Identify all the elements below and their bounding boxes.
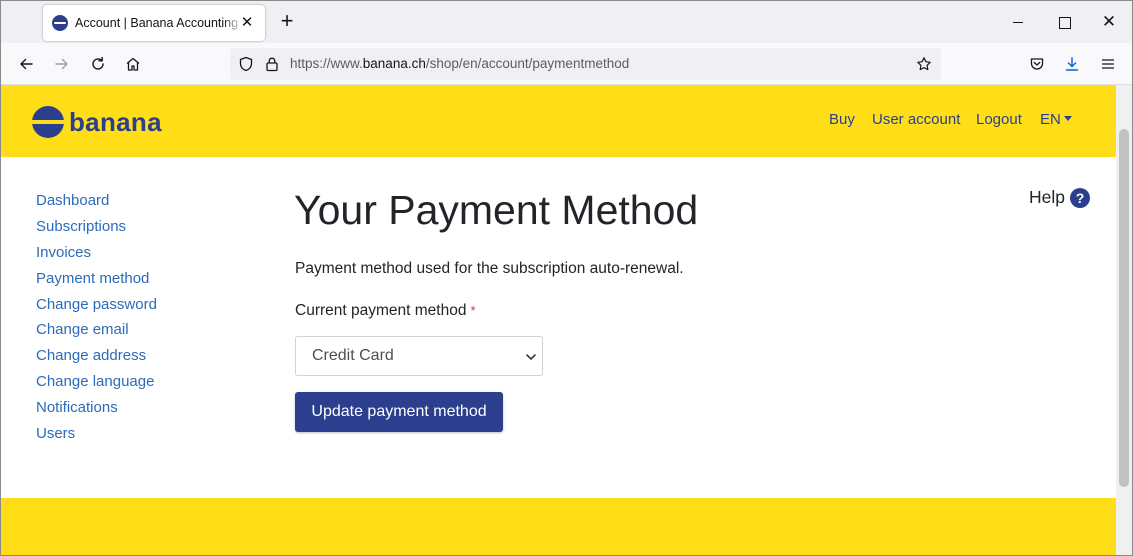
nav-link-logout[interactable]: Logout: [976, 111, 1022, 128]
lock-icon[interactable]: [264, 56, 280, 72]
menu-button[interactable]: [1096, 52, 1120, 76]
tab-title: Account | Banana Accounting Software: [75, 16, 243, 30]
sidebar-item-change-language[interactable]: Change language: [36, 372, 157, 398]
banana-logo-icon: [32, 106, 64, 138]
help-link[interactable]: Help ?: [1029, 187, 1090, 208]
back-button[interactable]: [14, 52, 38, 76]
payment-method-field-label: Current payment method *: [295, 302, 476, 320]
bookmark-star-icon[interactable]: [916, 56, 932, 72]
downloads-button[interactable]: [1060, 52, 1084, 76]
download-icon: [1065, 57, 1079, 71]
browser-tab-active[interactable]: Account | Banana Accounting Software ✕: [43, 5, 265, 41]
reload-icon: [92, 56, 104, 70]
help-label: Help: [1029, 187, 1065, 207]
sidebar-item-dashboard[interactable]: Dashboard: [36, 191, 157, 217]
site-footer: [1, 498, 1116, 555]
page-viewport: banana Buy User account Logout EN Dashbo…: [1, 85, 1132, 555]
sidebar-item-notifications[interactable]: Notifications: [36, 398, 157, 424]
page-title: Your Payment Method: [294, 187, 699, 233]
nav-link-user-account[interactable]: User account: [872, 111, 960, 128]
url-prefix: https://www.: [290, 56, 363, 71]
tab-close-icon[interactable]: ✕: [238, 14, 256, 32]
url-text[interactable]: https://www.banana.ch/shop/en/account/pa…: [290, 56, 629, 71]
home-button[interactable]: [121, 52, 145, 76]
shield-icon[interactable]: [238, 56, 254, 72]
window-maximize-button[interactable]: [1050, 9, 1078, 35]
question-circle-icon: ?: [1070, 187, 1090, 208]
arrow-left-icon: [20, 58, 33, 70]
sidebar-item-change-address[interactable]: Change address: [36, 346, 157, 372]
caret-down-icon: [1063, 116, 1072, 121]
banana-logo[interactable]: banana: [32, 106, 162, 138]
required-marker: *: [470, 303, 476, 318]
url-path: /shop/en/account/paymentmethod: [425, 56, 630, 71]
sidebar-item-users[interactable]: Users: [36, 424, 157, 450]
window-minimize-button[interactable]: [1004, 9, 1032, 35]
logo-text: banana: [69, 106, 162, 137]
payment-method-select[interactable]: Credit Card: [295, 336, 543, 376]
browser-window: Account | Banana Accounting Software ✕ +…: [0, 0, 1133, 556]
browser-toolbar: https://www.banana.ch/shop/en/account/pa…: [1, 43, 1132, 85]
sidebar-item-change-email[interactable]: Change email: [36, 320, 157, 346]
chevron-down-icon: [526, 354, 536, 360]
window-close-button[interactable]: ✕: [1095, 9, 1123, 35]
site-header: banana Buy User account Logout EN: [1, 85, 1116, 157]
address-bar[interactable]: https://www.banana.ch/shop/en/account/pa…: [230, 48, 941, 80]
language-dropdown[interactable]: EN: [1040, 111, 1072, 128]
update-payment-method-button[interactable]: Update payment method: [295, 392, 503, 432]
sidebar-item-payment-method[interactable]: Payment method: [36, 269, 157, 295]
sidebar-item-invoices[interactable]: Invoices: [36, 243, 157, 269]
page-scrollbar[interactable]: [1116, 85, 1132, 555]
new-tab-button[interactable]: +: [275, 10, 299, 34]
scrollbar-thumb[interactable]: [1119, 129, 1129, 487]
sidebar-item-change-password[interactable]: Change password: [36, 295, 157, 321]
account-sidebar: Dashboard Subscriptions Invoices Payment…: [36, 191, 157, 450]
language-label: EN: [1040, 111, 1061, 128]
nav-link-buy[interactable]: Buy: [829, 111, 855, 128]
pocket-icon: [1030, 58, 1044, 70]
arrow-right-icon: [55, 58, 68, 70]
field-label-text: Current payment method: [295, 302, 467, 319]
selected-payment-method: Credit Card: [312, 347, 394, 364]
hamburger-menu-icon: [1101, 59, 1115, 69]
sidebar-item-subscriptions[interactable]: Subscriptions: [36, 217, 157, 243]
tab-strip: Account | Banana Accounting Software ✕ +…: [1, 1, 1132, 43]
forward-button[interactable]: [50, 52, 74, 76]
home-icon: [126, 57, 140, 71]
reload-button[interactable]: [86, 52, 110, 76]
url-domain: banana.ch: [362, 56, 426, 71]
banana-favicon-icon: [52, 15, 68, 31]
pocket-button[interactable]: [1025, 52, 1049, 76]
payment-method-description: Payment method used for the subscription…: [295, 260, 684, 277]
